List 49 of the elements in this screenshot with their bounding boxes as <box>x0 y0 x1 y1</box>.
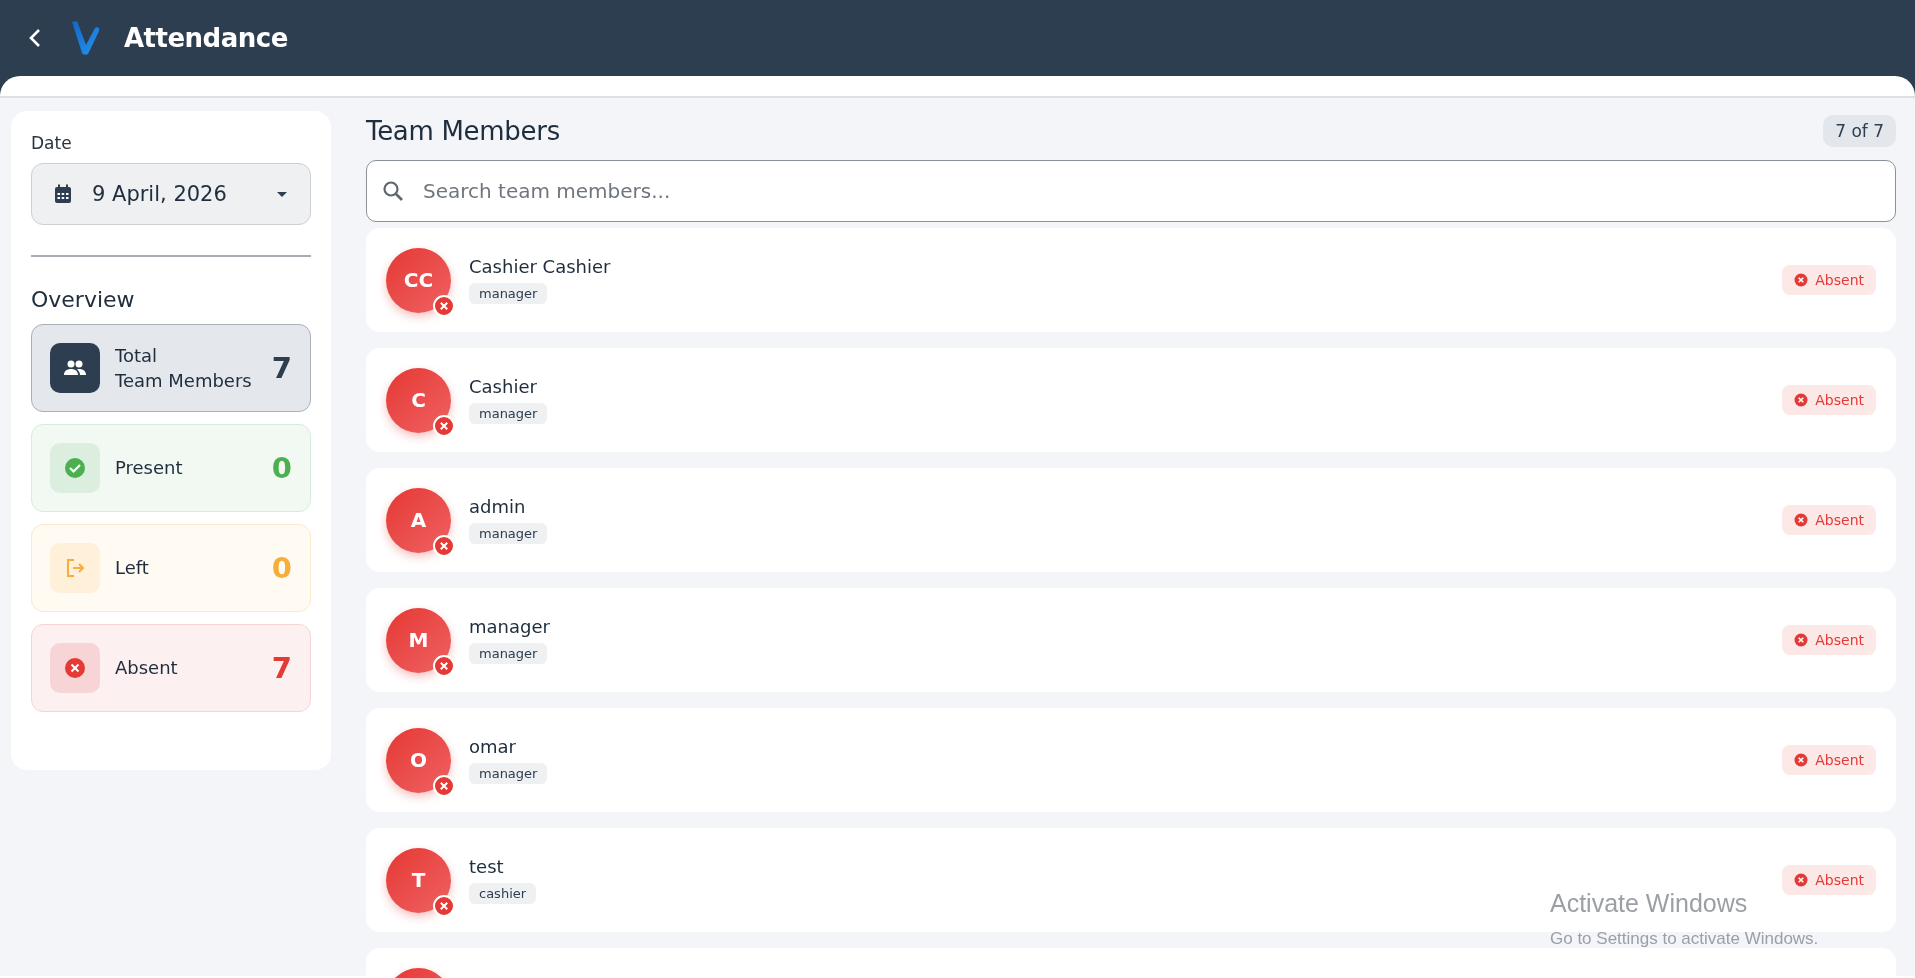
activation-message: Go to Settings to activate Windows. <box>1550 929 1819 949</box>
member-card[interactable]: C Cashier manager Absent <box>366 348 1896 452</box>
check-circle-icon <box>64 457 86 479</box>
role-tag: manager <box>469 763 548 784</box>
member-card[interactable]: CC Cashier Cashier manager Absent <box>366 228 1896 332</box>
cancel-icon <box>1794 393 1809 407</box>
status-badge: Absent <box>1782 625 1876 655</box>
date-picker[interactable]: 9 April, 2026 <box>31 163 311 225</box>
member-card[interactable]: O omar manager Absent <box>366 708 1896 812</box>
status-badge: Absent <box>1782 265 1876 295</box>
stat-card[interactable]: Total Team Members 7 <box>31 324 311 412</box>
cancel-icon <box>1794 513 1809 527</box>
stat-card[interactable]: Absent 7 <box>31 624 311 712</box>
calendar-icon <box>54 184 72 204</box>
cancel-icon <box>1794 633 1809 647</box>
count-badge: 7 of 7 <box>1823 115 1896 147</box>
cancel-icon <box>1794 873 1809 887</box>
member-name: omar <box>469 736 516 757</box>
cancel-icon <box>1794 273 1809 287</box>
member-name: manager <box>469 616 550 637</box>
dropdown-caret-icon <box>276 190 288 198</box>
exit-icon <box>64 557 86 579</box>
status-badge: Absent <box>1782 385 1876 415</box>
role-tag: manager <box>469 643 548 664</box>
role-tag: manager <box>469 283 548 304</box>
member-name: test <box>469 856 504 877</box>
role-tag: manager <box>469 403 548 424</box>
date-label: Date <box>31 133 72 153</box>
section-title: Team Members <box>366 116 560 146</box>
member-card[interactable]: A admin manager Absent <box>366 468 1896 572</box>
member-name: admin <box>469 496 526 517</box>
status-badge: Absent <box>1782 745 1876 775</box>
role-tag: manager <box>469 523 548 544</box>
overview-heading: Overview <box>31 287 135 312</box>
people-icon <box>63 360 87 376</box>
search-field[interactable]: Search team members... <box>366 160 1896 222</box>
search-icon <box>382 180 404 202</box>
status-badge: Absent <box>1782 505 1876 535</box>
stat-card[interactable]: Present 0 <box>31 424 311 512</box>
member-card[interactable]: M manager manager Absent <box>366 588 1896 692</box>
activation-title: Activate Windows <box>1550 889 1749 918</box>
member-name: Cashier <box>469 376 537 397</box>
status-badge: Absent <box>1782 865 1876 895</box>
cancel-icon <box>64 657 86 679</box>
page-title: Attendance <box>124 23 288 53</box>
member-name: Cashier Cashier <box>469 256 611 277</box>
stat-card[interactable]: Left 0 <box>31 524 311 612</box>
role-tag: cashier <box>469 883 537 904</box>
cancel-icon <box>1794 753 1809 767</box>
